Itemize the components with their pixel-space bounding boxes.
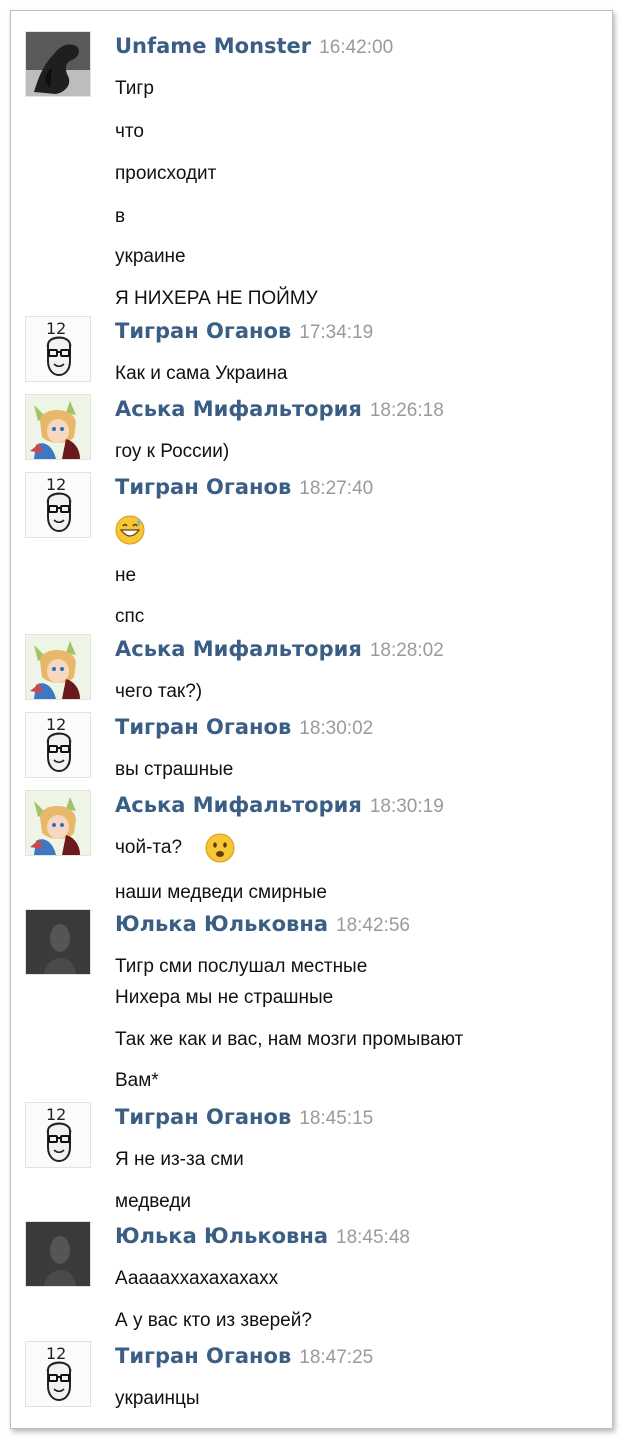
message-text: спс <box>115 606 145 627</box>
user-avatar[interactable] <box>25 1221 91 1287</box>
message-time: 17:34:19 <box>299 322 374 343</box>
man-glasses-avatar-icon: 12 <box>26 317 90 381</box>
avatar-number: 12 <box>46 1344 66 1363</box>
message-text: А у вас кто из зверей? <box>115 1310 312 1331</box>
message-header: Юлька Юльковна 18:45:48 <box>115 1224 410 1249</box>
grinning-sweat-emoji-icon <box>115 515 145 545</box>
message-header: Тигран Оганов 18:45:15 <box>115 1105 373 1130</box>
message-text: медведи <box>115 1191 192 1212</box>
author-name[interactable]: Тигран Оганов <box>115 1344 291 1368</box>
message-header: Тигран Оганов 18:47:25 <box>115 1344 373 1369</box>
message-text: что <box>115 121 144 142</box>
anime-avatar-icon <box>26 791 90 855</box>
anime-avatar-icon <box>26 635 90 699</box>
message-time: 16:42:00 <box>319 37 394 58</box>
message-header: Аська Мифальтория 18:26:18 <box>115 397 444 422</box>
man-glasses-avatar-icon: 12 <box>26 473 90 537</box>
avatar-number: 12 <box>46 475 66 494</box>
user-avatar[interactable] <box>25 634 91 700</box>
message-text: украине <box>115 246 186 267</box>
message-time: 18:28:02 <box>369 640 444 661</box>
user-avatar[interactable]: 12 <box>25 1341 91 1407</box>
avatar-number: 12 <box>46 319 66 338</box>
user-avatar[interactable]: 12 <box>25 472 91 538</box>
message-header: Тигран Оганов 18:27:40 <box>115 475 373 500</box>
message-text: наши медведи смирные <box>115 882 327 903</box>
message-text: украинцы <box>115 1388 200 1409</box>
message-text: Как и сама Украина <box>115 363 288 384</box>
author-name[interactable]: Тигран Оганов <box>115 319 291 343</box>
message-header: Unfame Monster 16:42:00 <box>115 34 393 59</box>
message-text: Тигр сми послушал местные <box>115 956 368 977</box>
avatar-number: 12 <box>46 1105 66 1124</box>
message-text: происходит <box>115 163 217 184</box>
user-avatar[interactable]: 12 <box>25 1102 91 1168</box>
message-text: Я не из-за сми <box>115 1149 244 1170</box>
message-header: Аська Мифальтория 18:30:19 <box>115 793 444 818</box>
user-avatar[interactable] <box>25 909 91 975</box>
message-text: чего так?) <box>115 681 203 702</box>
message-text: Тигр <box>115 78 154 99</box>
message-header: Юлька Юльковна 18:42:56 <box>115 912 410 937</box>
author-name[interactable]: Тигран Оганов <box>115 1105 291 1129</box>
message-text: Аааааххахахахахх <box>115 1268 279 1289</box>
man-glasses-avatar-icon: 12 <box>26 1103 90 1167</box>
anime-avatar-icon <box>26 395 90 459</box>
author-name[interactable]: Тигран Оганов <box>115 715 291 739</box>
dark-avatar-icon <box>26 1222 90 1286</box>
user-avatar[interactable] <box>25 790 91 856</box>
chat-history-panel: Unfame Monster 16:42:00 Тигр что происход… <box>10 10 613 1429</box>
author-name[interactable]: Unfame Monster <box>115 34 311 58</box>
author-name[interactable]: Юлька Юльковна <box>115 1224 328 1248</box>
author-name[interactable]: Тигран Оганов <box>115 475 291 499</box>
user-avatar[interactable] <box>25 31 91 97</box>
message-text: Я НИХЕРА НЕ ПОЙМУ <box>115 288 318 309</box>
message-time: 18:30:02 <box>299 718 374 739</box>
dark-avatar-icon <box>26 910 90 974</box>
message-time: 18:42:56 <box>336 915 410 936</box>
author-name[interactable]: Юлька Юльковна <box>115 912 328 936</box>
message-text: вы страшные <box>115 759 234 780</box>
avatar-number: 12 <box>46 715 66 734</box>
message-text: не <box>115 565 137 586</box>
message-text: в <box>115 206 126 227</box>
message-text: чой-та? <box>115 837 183 858</box>
author-name[interactable]: Аська Мифальтория <box>115 397 362 421</box>
user-avatar[interactable] <box>25 394 91 460</box>
man-glasses-avatar-icon: 12 <box>26 713 90 777</box>
message-text: Вам* <box>115 1070 159 1091</box>
message-time: 18:26:18 <box>369 400 444 421</box>
user-avatar[interactable]: 12 <box>25 712 91 778</box>
man-glasses-avatar-icon: 12 <box>26 1342 90 1406</box>
author-name[interactable]: Аська Мифальтория <box>115 793 362 817</box>
message-header: Аська Мифальтория 18:28:02 <box>115 637 444 662</box>
message-text: Так же как и вас, нам мозги промывают <box>115 1029 464 1050</box>
message-text: Нихера мы не страшные <box>115 987 334 1008</box>
frowning-emoji-icon <box>205 833 235 863</box>
message-text: гоу к России) <box>115 441 230 462</box>
monster-avatar-icon <box>26 32 90 96</box>
user-avatar[interactable]: 12 <box>25 316 91 382</box>
message-time: 18:30:19 <box>369 796 444 817</box>
message-time: 18:45:15 <box>299 1108 374 1129</box>
message-time: 18:47:25 <box>299 1347 374 1368</box>
message-time: 18:45:48 <box>336 1227 410 1248</box>
message-time: 18:27:40 <box>299 478 374 499</box>
message-header: Тигран Оганов 18:30:02 <box>115 715 373 740</box>
message-header: Тигран Оганов 17:34:19 <box>115 319 373 344</box>
author-name[interactable]: Аська Мифальтория <box>115 637 362 661</box>
